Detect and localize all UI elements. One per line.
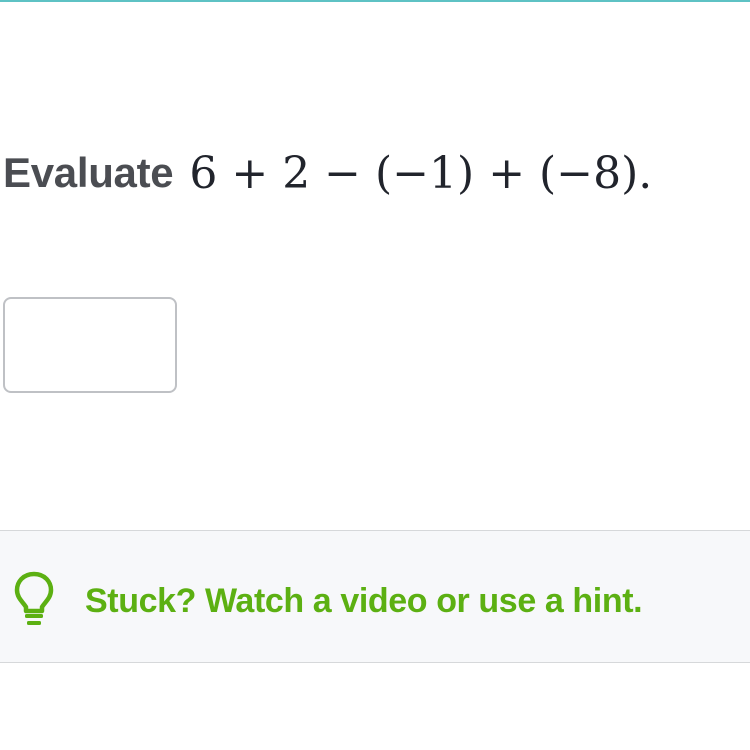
question-prompt-word: Evaluate <box>3 149 174 196</box>
math-expression: 6 + 2 − (−1) + (−8). <box>189 147 653 199</box>
answer-input[interactable] <box>3 297 177 393</box>
exercise-page: Evaluate 6 + 2 − (−1) + (−8). Stuck? Wat… <box>0 0 750 750</box>
lightbulb-icon <box>11 569 57 631</box>
hint-link[interactable]: Stuck? Watch a video or use a hint. <box>85 573 643 629</box>
question-prompt: Evaluate 6 + 2 − (−1) + (−8). <box>3 138 652 208</box>
top-accent-rule <box>0 0 750 2</box>
hint-bar[interactable]: Stuck? Watch a video or use a hint. <box>0 530 750 663</box>
